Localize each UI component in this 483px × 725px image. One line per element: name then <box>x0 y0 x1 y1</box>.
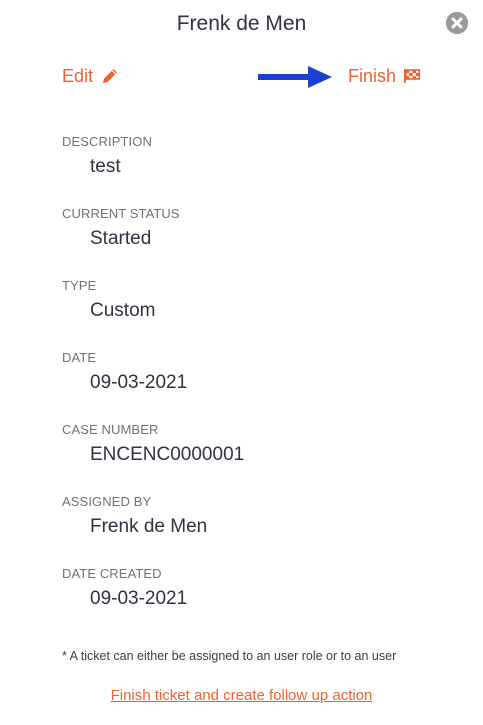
close-button[interactable] <box>446 12 468 34</box>
field-value: 09-03-2021 <box>90 372 188 393</box>
close-circle-icon <box>446 12 468 34</box>
field-value: ENCENC0000001 <box>90 444 245 465</box>
field-value: test <box>90 156 121 177</box>
finish-label: Finish <box>348 66 397 86</box>
field-label: CURRENT STATUS <box>62 206 180 221</box>
action-row: Edit Finish <box>0 64 483 90</box>
assignment-footnote: * A ticket can either be assigned to an … <box>62 649 397 663</box>
finish-and-follow-up-link[interactable]: Finish ticket and create follow up actio… <box>0 686 483 706</box>
field-date: DATE 09-03-2021 <box>62 350 187 395</box>
field-type: TYPE Custom <box>62 278 155 323</box>
field-value: Started <box>90 228 152 249</box>
field-label: DATE CREATED <box>62 566 162 581</box>
arrow-right-icon <box>258 66 332 88</box>
field-label: CASE NUMBER <box>62 422 159 437</box>
checkered-flag-icon <box>404 69 421 83</box>
field-value: Custom <box>90 300 156 321</box>
panel-title: Frenk de Men <box>176 12 307 35</box>
field-value: Frenk de Men <box>90 516 208 537</box>
field-assigned-by: ASSIGNED BY Frenk de Men <box>62 494 207 539</box>
field-label: DESCRIPTION <box>62 134 152 149</box>
field-label: TYPE <box>62 278 97 293</box>
edit-button[interactable]: Edit <box>62 64 119 88</box>
ticket-detail-panel: Frenk de Men Edit Finish DESCRIPTION tes… <box>0 0 483 725</box>
field-current-status: CURRENT STATUS Started <box>62 206 180 251</box>
field-case-number: CASE NUMBER ENCENC0000001 <box>62 422 244 467</box>
field-description: DESCRIPTION test <box>62 134 152 179</box>
pencil-icon <box>103 69 118 83</box>
field-value: 09-03-2021 <box>90 588 188 609</box>
field-label: ASSIGNED BY <box>62 494 152 509</box>
finish-button[interactable]: Finish <box>348 64 421 88</box>
field-date-created: DATE CREATED 09-03-2021 <box>62 566 187 611</box>
edit-label: Edit <box>62 66 94 86</box>
field-label: DATE <box>62 350 97 365</box>
